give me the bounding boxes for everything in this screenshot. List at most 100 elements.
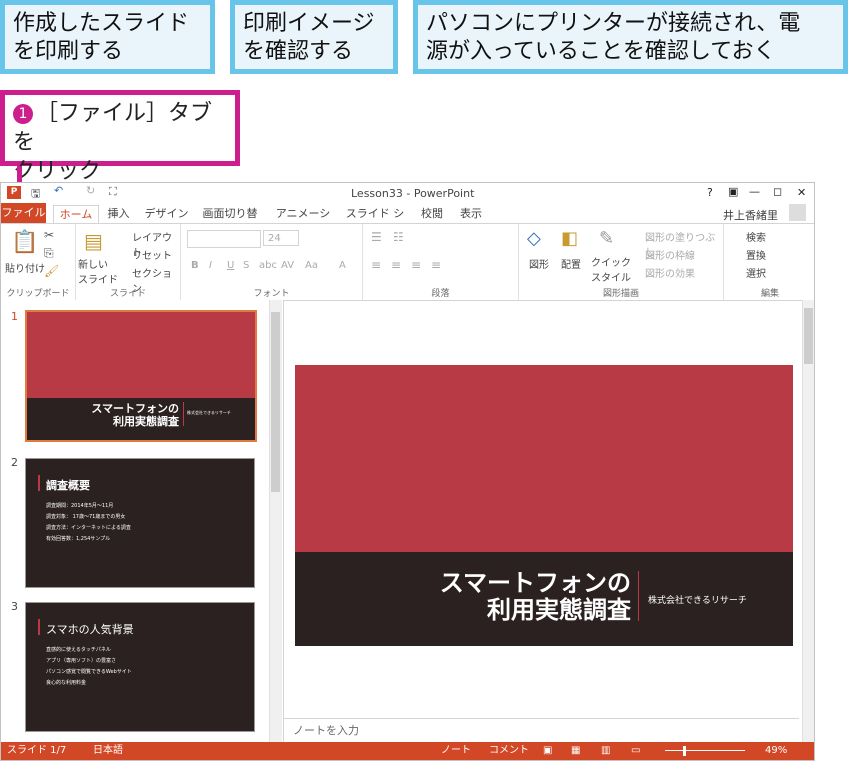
tab-insert[interactable]: 挿入	[101, 205, 136, 223]
thumb3-bullet-2: アプリ（専用ソフト）の豊富さ	[46, 658, 117, 664]
step-text: ［ファイル］タブを クリック	[13, 101, 213, 184]
select-button[interactable]: 選択	[746, 265, 766, 280]
reading-view-icon[interactable]: ▥	[601, 742, 610, 760]
spacing-button[interactable]: AV	[281, 260, 294, 271]
arrange-icon[interactable]: ◧	[561, 228, 578, 249]
tab-design[interactable]: デザイン	[144, 205, 189, 223]
ribbon: 📋 貼り付け ✂ ⎘ 🖌 クリップボード ▤ 新しい スライド レイアウト リセ…	[1, 223, 814, 301]
language[interactable]: 日本語	[93, 742, 123, 760]
sorter-view-icon[interactable]: ▦	[571, 742, 580, 760]
shape-icon[interactable]: ◇	[527, 228, 541, 249]
slide-number-2: 2	[11, 456, 18, 469]
thumbnail-scrollbar[interactable]	[269, 300, 282, 742]
editor-scrollbar[interactable]	[802, 300, 814, 742]
drawing-label: 図形描画	[602, 289, 639, 299]
reset-button[interactable]: リセット	[132, 247, 172, 262]
zoom-slider[interactable]	[665, 750, 745, 751]
strikethrough-button[interactable]: abc	[259, 260, 277, 271]
thumb1-title: スマートフォンの 利用実態調査	[91, 402, 179, 428]
comments-button[interactable]: コメント	[489, 742, 529, 760]
slides-label: スライド	[109, 289, 146, 299]
tab-slideshow[interactable]: スライド ショー	[345, 205, 405, 238]
thumb2-bullet-2: 調査対象： 17歳～71歳までの男女	[46, 514, 126, 520]
paste-button[interactable]: 貼り付け	[5, 260, 45, 275]
thumbnail-scroll-thumb[interactable]	[271, 312, 280, 492]
notes-input[interactable]: ノートを入力	[284, 718, 799, 742]
paragraph-label: 段落	[431, 289, 450, 299]
paragraph-group: ☰ ☷ ≡ ≡ ≡ ≡ 段落	[363, 224, 519, 300]
title-bar: P 🖫 ↶ ↻ ⛶ Lesson33 - PowerPoint ? ▣ — ◻ …	[1, 183, 814, 203]
shape-outline-button[interactable]: 図形の枠線	[645, 247, 695, 262]
thumb2-bullet-4: 有効回答数：1,254サンプル	[46, 536, 111, 542]
font-name-field[interactable]	[187, 230, 261, 248]
minimize-icon[interactable]: —	[749, 185, 760, 198]
shape-effect-button[interactable]: 図形の効果	[645, 265, 695, 280]
font-size-field[interactable]: 24	[263, 230, 299, 246]
drawing-group: ◇ 図形 ◧ 配置 ✎ クイック スタイル 図形の塗りつぶし 図形の枠線 図形の…	[519, 224, 724, 300]
thumb3-accent	[38, 619, 40, 635]
thumb2-accent	[38, 475, 40, 491]
slideshow-view-icon[interactable]: ▭	[631, 742, 640, 760]
redo-icon[interactable]: ↻	[86, 184, 95, 197]
editor-scroll-thumb[interactable]	[804, 308, 813, 364]
tab-home[interactable]: ホーム	[53, 205, 99, 224]
font-group: 24 B I U S abc AV Aa A フォント	[181, 224, 363, 300]
new-slide-icon[interactable]: ▤	[84, 229, 103, 253]
slide-thumbnail-1[interactable]: スマートフォンの 利用実態調査 株式会社できるリサーチ	[25, 310, 257, 442]
tab-file[interactable]: ファイル	[1, 203, 46, 223]
help-icon[interactable]: ?	[707, 186, 713, 199]
quick-style-icon[interactable]: ✎	[599, 228, 614, 249]
bold-button[interactable]: B	[191, 260, 199, 271]
slide-thumbnail-pane: 1 スマートフォンの 利用実態調査 株式会社できるリサーチ 2 調査概要 調査期…	[1, 300, 284, 742]
tab-view[interactable]: 表示	[456, 205, 486, 223]
status-bar: スライド 1/7 日本語 ノート コメント ▣ ▦ ▥ ▭ 49%	[1, 742, 814, 760]
case-button[interactable]: Aa	[305, 260, 318, 271]
save-icon[interactable]: 🖫	[31, 185, 40, 204]
shadow-button[interactable]: S	[243, 260, 249, 271]
paste-icon[interactable]: 📋	[11, 230, 38, 255]
format-painter-icon[interactable]: 🖌	[44, 264, 59, 278]
justify-icon[interactable]: ≡	[431, 258, 441, 272]
align-center-icon[interactable]: ≡	[391, 258, 401, 272]
editing-group: 検索 置換 選択 編集	[724, 224, 814, 300]
cut-icon[interactable]: ✂	[44, 228, 54, 242]
maximize-icon[interactable]: ◻	[773, 185, 782, 198]
font-color-button[interactable]: A	[339, 260, 346, 271]
powerpoint-window: P 🖫 ↶ ↻ ⛶ Lesson33 - PowerPoint ? ▣ — ◻ …	[0, 182, 815, 761]
main-slide[interactable]: スマートフォンの 利用実態調査 株式会社できるリサーチ	[295, 365, 793, 646]
align-right-icon[interactable]: ≡	[411, 258, 421, 272]
thumb3-bullet-1: 直感的に使えるタッチパネル	[46, 647, 111, 653]
italic-button[interactable]: I	[209, 260, 212, 271]
ribbon-display-icon[interactable]: ▣	[728, 185, 738, 198]
notes-button[interactable]: ノート	[441, 742, 471, 760]
bullets-icon[interactable]: ☰	[371, 230, 382, 244]
replace-button[interactable]: 置換	[746, 247, 766, 262]
avatar[interactable]	[789, 204, 806, 221]
undo-icon[interactable]: ↶	[54, 184, 63, 197]
thumb2-bullets: 調査期間：2014年5月～11月 調査対象： 17歳～71歳までの男女 調査方法…	[46, 501, 131, 545]
thumb1-divider	[183, 402, 184, 426]
numbering-icon[interactable]: ☷	[393, 230, 404, 244]
zoom-slider-handle[interactable]	[683, 746, 686, 756]
copy-icon[interactable]: ⎘	[44, 246, 54, 261]
arrange-button[interactable]: 配置	[561, 256, 581, 271]
underline-button[interactable]: U	[227, 260, 234, 271]
present-icon[interactable]: ⛶	[109, 185, 117, 199]
tab-animations[interactable]: アニメーション	[273, 205, 333, 238]
tab-transitions[interactable]: 画面切り替え	[199, 205, 261, 238]
step-number: 1	[13, 104, 33, 124]
clipboard-label: クリップボード	[6, 289, 70, 299]
normal-view-icon[interactable]: ▣	[543, 742, 552, 760]
slides-group: ▤ 新しい スライド レイアウト リセット セクション スライド	[76, 224, 181, 300]
user-name[interactable]: 井上香緒里	[723, 207, 778, 223]
slide-thumbnail-3[interactable]: スマホの人気背景 直感的に使えるタッチパネル アプリ（専用ソフト）の豊富さ パソ…	[25, 602, 255, 732]
slide-thumbnail-2[interactable]: 調査概要 調査期間：2014年5月～11月 調査対象： 17歳～71歳までの男女…	[25, 458, 255, 588]
zoom-level[interactable]: 49%	[765, 742, 787, 760]
tab-review[interactable]: 校閲	[417, 205, 447, 223]
shape-button[interactable]: 図形	[529, 256, 549, 271]
new-slide-button[interactable]: 新しい スライド	[78, 256, 118, 286]
close-icon[interactable]: ✕	[797, 186, 806, 199]
quick-style-button[interactable]: クイック スタイル	[591, 254, 631, 284]
align-left-icon[interactable]: ≡	[371, 258, 381, 272]
find-button[interactable]: 検索	[746, 229, 766, 244]
